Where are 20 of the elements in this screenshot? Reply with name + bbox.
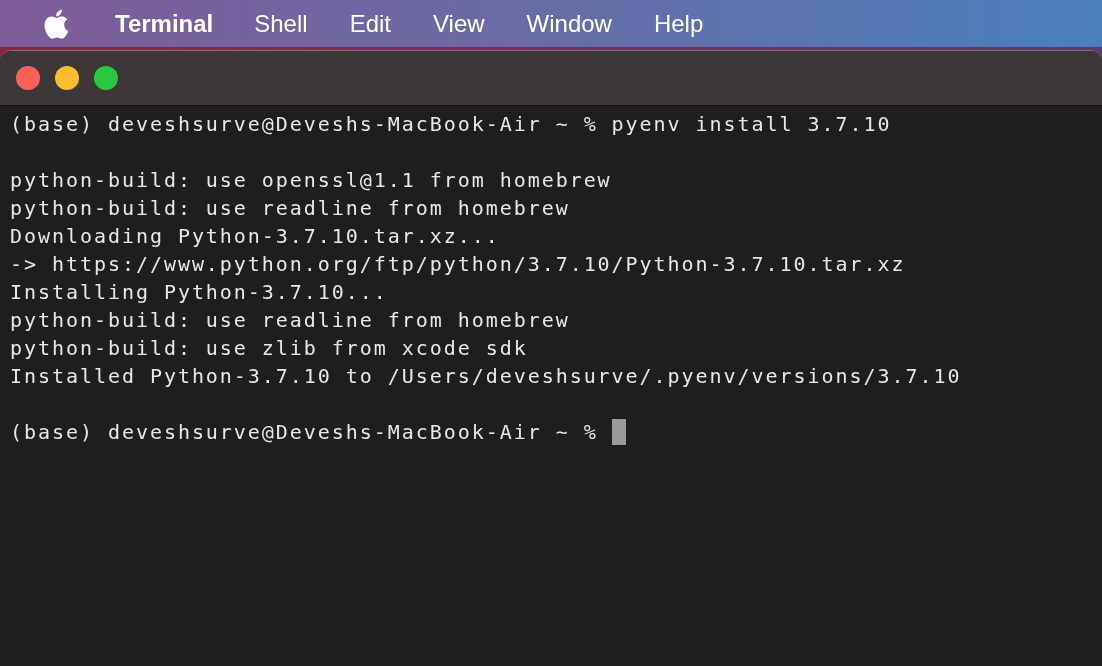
zoom-button[interactable] xyxy=(94,66,118,90)
terminal-output-line: python-build: use readline from homebrew xyxy=(10,196,570,220)
terminal-output-line: python-build: use zlib from xcode sdk xyxy=(10,336,528,360)
terminal-output-line: Downloading Python-3.7.10.tar.xz... xyxy=(10,224,500,248)
shell-prompt: (base) deveshsurve@Deveshs-MacBook-Air ~ % xyxy=(10,420,598,444)
apple-logo-icon[interactable] xyxy=(43,8,69,39)
menu-item[interactable]: View xyxy=(433,9,485,38)
menu-item[interactable]: Shell xyxy=(254,9,308,38)
terminal-output-line: Installing Python-3.7.10... xyxy=(10,280,388,304)
menu-item[interactable]: Window xyxy=(526,9,612,38)
app-name-menu[interactable]: Terminal xyxy=(115,9,214,38)
terminal-output-line: Installed Python-3.7.10 to /Users/deveshsurve/.pyenv/versions/3.7.10 xyxy=(10,364,962,388)
terminal-output-line: python-build: use readline from homebrew xyxy=(10,308,570,332)
minimize-button[interactable] xyxy=(55,66,79,90)
terminal-output-line: -> https://www.python.org/ftp/python/3.7.10/Python-3.7.10.tar.xz xyxy=(10,252,906,276)
terminal-output-line: python-build: use openssl@1.1 from homebrew xyxy=(10,168,612,192)
menu-item[interactable]: Help xyxy=(653,9,704,38)
menu-item[interactable]: Edit xyxy=(349,9,391,38)
close-button[interactable] xyxy=(16,66,40,90)
terminal-output-line: (base) deveshsurve@Deveshs-MacBook-Air ~ % pyenv install 3.7.10 xyxy=(10,112,892,136)
